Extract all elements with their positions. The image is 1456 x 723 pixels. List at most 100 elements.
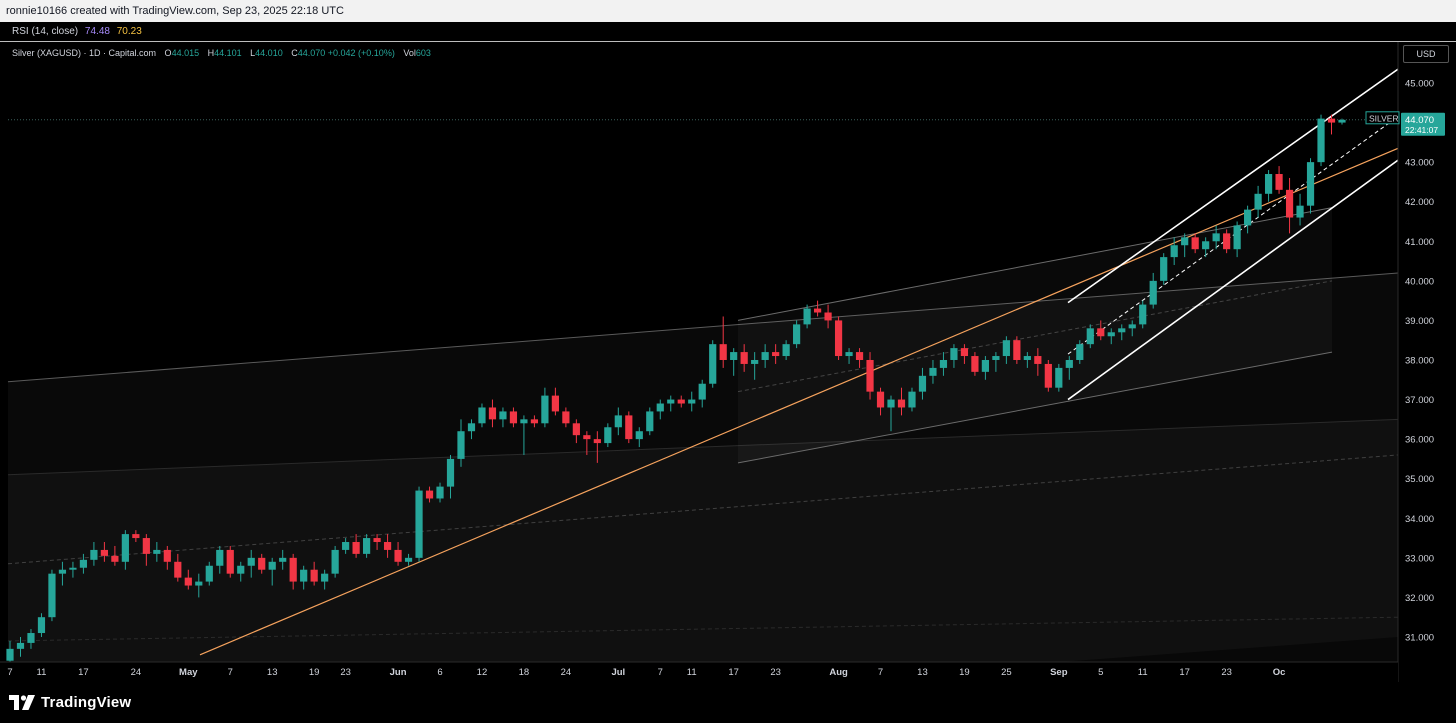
candle-body[interactable] bbox=[1170, 245, 1178, 258]
candle-body[interactable] bbox=[457, 431, 465, 459]
candle-body[interactable] bbox=[1285, 189, 1294, 218]
candle-body[interactable] bbox=[520, 419, 528, 424]
candle-body[interactable] bbox=[981, 359, 990, 372]
currency-selector[interactable]: USD bbox=[1403, 45, 1449, 63]
candle-body[interactable] bbox=[1076, 344, 1084, 360]
candle-body[interactable] bbox=[950, 348, 958, 360]
candle-body[interactable] bbox=[509, 411, 518, 424]
candle-body[interactable] bbox=[1223, 233, 1231, 250]
candle-body[interactable] bbox=[446, 458, 455, 487]
candle-body[interactable] bbox=[352, 542, 360, 554]
candle-body[interactable] bbox=[142, 538, 150, 554]
candle-body[interactable] bbox=[1118, 328, 1126, 333]
candle-body[interactable] bbox=[310, 569, 318, 582]
candle-body[interactable] bbox=[48, 573, 56, 618]
candle-body[interactable] bbox=[761, 352, 769, 360]
candle-body[interactable] bbox=[1296, 205, 1304, 218]
candle-body[interactable] bbox=[866, 359, 874, 392]
candle-body[interactable] bbox=[258, 557, 266, 570]
candle-body[interactable] bbox=[1149, 280, 1157, 305]
candle-body[interactable] bbox=[1306, 162, 1315, 206]
candle-body[interactable] bbox=[27, 633, 35, 643]
candle-body[interactable] bbox=[195, 581, 203, 586]
candle-body[interactable] bbox=[908, 391, 916, 408]
candle-body[interactable] bbox=[1013, 340, 1021, 360]
candle-body[interactable] bbox=[268, 561, 276, 570]
candle-body[interactable] bbox=[1002, 340, 1010, 357]
candle-body[interactable] bbox=[876, 391, 885, 408]
candle-body[interactable] bbox=[1065, 359, 1073, 368]
candle-body[interactable] bbox=[226, 549, 234, 574]
tradingview-logo[interactable]: TradingView bbox=[9, 694, 131, 711]
candle-body[interactable] bbox=[1254, 193, 1262, 210]
candle-body[interactable] bbox=[793, 324, 801, 345]
symbol-name[interactable]: Silver (XAGUSD) · 1D · Capital.com bbox=[12, 48, 156, 58]
candle-body[interactable] bbox=[1317, 118, 1325, 163]
candle-body[interactable] bbox=[960, 348, 969, 357]
candle-body[interactable] bbox=[656, 403, 664, 412]
candle-body[interactable] bbox=[1055, 367, 1063, 388]
candle-body[interactable] bbox=[782, 344, 790, 357]
candle-body[interactable] bbox=[971, 356, 979, 372]
candle-body[interactable] bbox=[929, 367, 937, 376]
candle-body[interactable] bbox=[1327, 118, 1336, 123]
candle-body[interactable] bbox=[1264, 174, 1273, 194]
candle-body[interactable] bbox=[425, 490, 434, 499]
candle-body[interactable] bbox=[58, 569, 67, 574]
candle-body[interactable] bbox=[751, 359, 759, 364]
candle-body[interactable] bbox=[740, 352, 748, 364]
candle-body[interactable] bbox=[90, 549, 98, 560]
candle-body[interactable] bbox=[362, 538, 371, 554]
candle-body[interactable] bbox=[247, 557, 255, 566]
candle-body[interactable] bbox=[184, 577, 192, 586]
candle-body[interactable] bbox=[79, 559, 88, 568]
candle-body[interactable] bbox=[1191, 237, 1199, 250]
candle-body[interactable] bbox=[1338, 119, 1346, 123]
candle-body[interactable] bbox=[824, 312, 832, 321]
candle-body[interactable] bbox=[772, 352, 780, 357]
candle-body[interactable] bbox=[436, 486, 444, 499]
candle-body[interactable] bbox=[992, 356, 1000, 360]
rsi-indicator-bar[interactable]: RSI (14, close) 74.48 70.23 bbox=[0, 22, 1456, 42]
candle-body[interactable] bbox=[1202, 241, 1210, 250]
candle-body[interactable] bbox=[887, 399, 895, 408]
candle-body[interactable] bbox=[1181, 237, 1189, 246]
candle-body[interactable] bbox=[855, 352, 864, 360]
candle-body[interactable] bbox=[1139, 304, 1147, 325]
candle-body[interactable] bbox=[834, 320, 843, 357]
candle-body[interactable] bbox=[100, 549, 108, 556]
candle-body[interactable] bbox=[321, 573, 329, 582]
candle-body[interactable] bbox=[1275, 174, 1283, 190]
candle-body[interactable] bbox=[635, 431, 643, 440]
candle-body[interactable] bbox=[1023, 356, 1031, 360]
candle-body[interactable] bbox=[6, 648, 14, 661]
candle-body[interactable] bbox=[897, 399, 906, 408]
candle-body[interactable] bbox=[530, 419, 539, 424]
candle-body[interactable] bbox=[1128, 324, 1136, 329]
candle-body[interactable] bbox=[1160, 257, 1168, 281]
candle-body[interactable] bbox=[845, 352, 853, 357]
candle-body[interactable] bbox=[69, 567, 77, 570]
candle-body[interactable] bbox=[121, 534, 129, 562]
candle-body[interactable] bbox=[373, 538, 381, 543]
candle-body[interactable] bbox=[1097, 328, 1105, 337]
candle-body[interactable] bbox=[467, 423, 476, 432]
candle-body[interactable] bbox=[1233, 225, 1241, 250]
candle-body[interactable] bbox=[16, 642, 25, 649]
candle-body[interactable] bbox=[803, 308, 811, 325]
candle-body[interactable] bbox=[1212, 233, 1220, 242]
candle-body[interactable] bbox=[1034, 356, 1042, 364]
candle-body[interactable] bbox=[404, 557, 413, 562]
candle-body[interactable] bbox=[939, 359, 948, 368]
candle-body[interactable] bbox=[593, 439, 601, 444]
candle-body[interactable] bbox=[132, 534, 140, 539]
candle-body[interactable] bbox=[163, 549, 171, 562]
candle-body[interactable] bbox=[383, 542, 392, 550]
candle-body[interactable] bbox=[342, 542, 350, 550]
price-chart[interactable]: 45.00044.00043.00042.00041.00040.00039.0… bbox=[0, 42, 1456, 682]
candle-body[interactable] bbox=[918, 375, 927, 392]
candle-body[interactable] bbox=[488, 407, 497, 420]
candle-body[interactable] bbox=[1086, 328, 1094, 345]
candle-body[interactable] bbox=[205, 565, 213, 582]
candle-body[interactable] bbox=[394, 549, 402, 562]
